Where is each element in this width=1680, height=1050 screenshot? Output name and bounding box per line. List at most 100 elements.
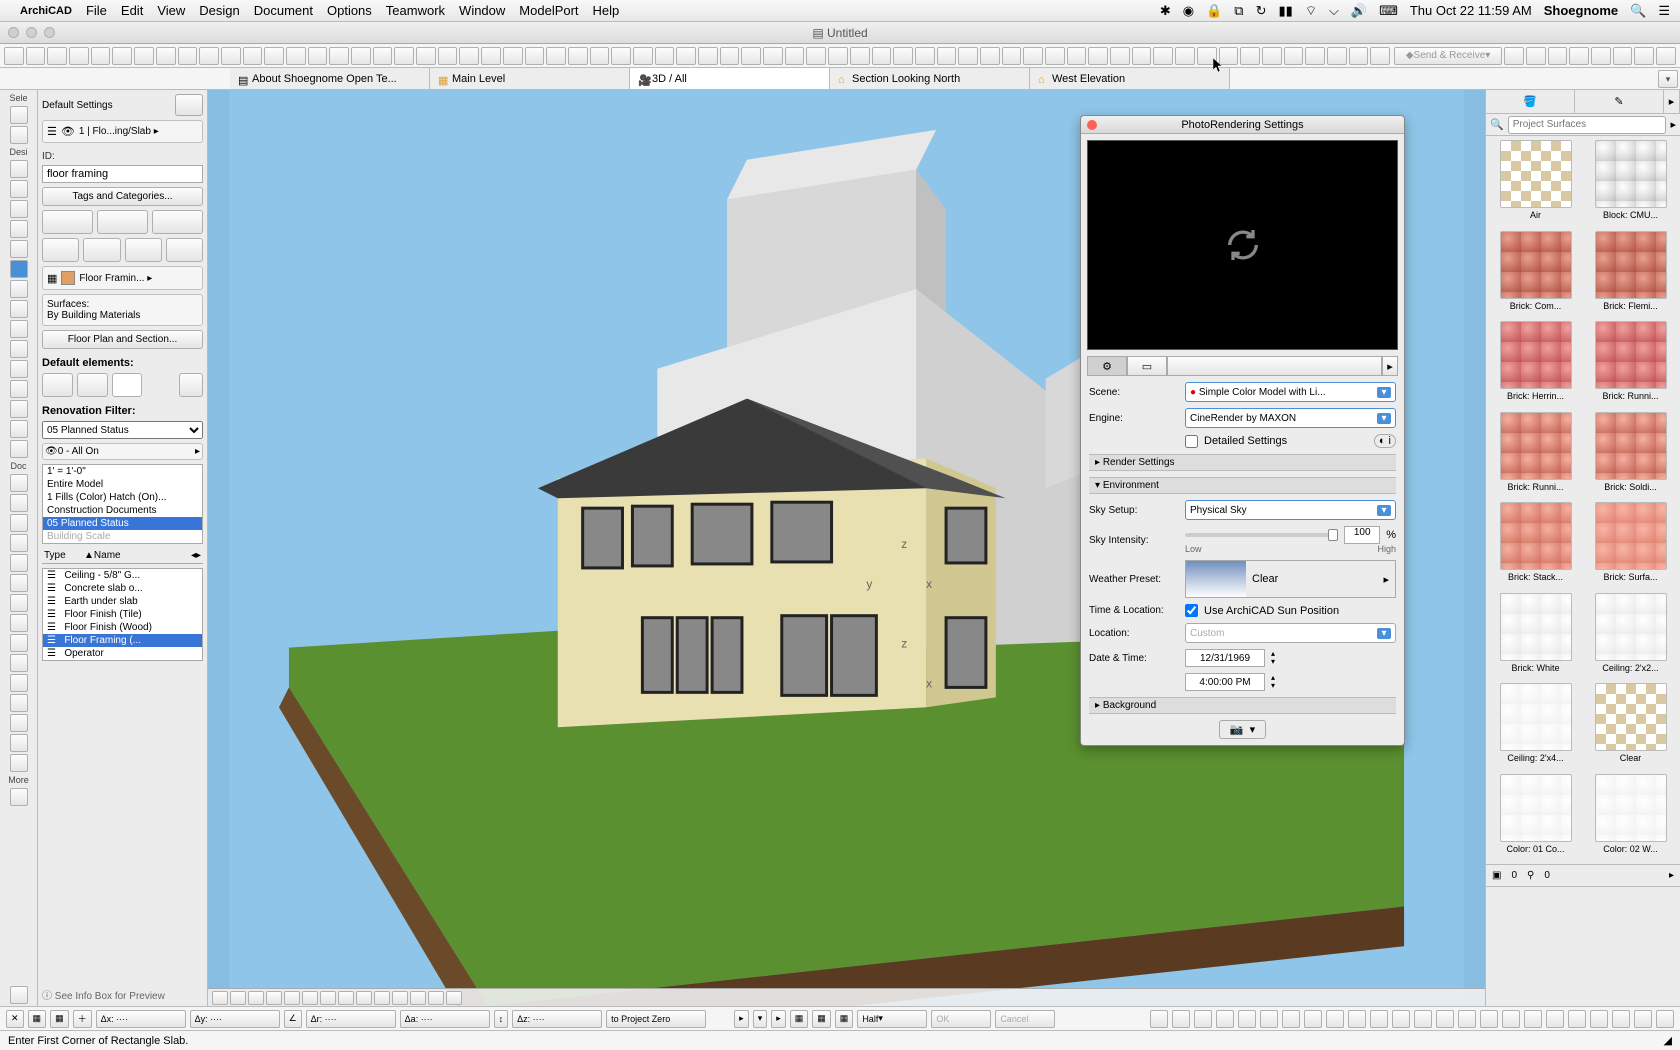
wifi-icon[interactable]: ⌵ xyxy=(1329,3,1339,19)
toolbar-button[interactable] xyxy=(199,47,219,65)
toolbar-button[interactable] xyxy=(828,47,848,65)
toolbar-button[interactable] xyxy=(1110,47,1130,65)
circle-tool[interactable] xyxy=(10,614,28,632)
toolbar-button[interactable] xyxy=(611,47,631,65)
battery-icon[interactable]: ▮▮ xyxy=(1279,3,1293,19)
surface-item[interactable]: Brick: Herrin... xyxy=(1490,321,1581,408)
toolbar-button[interactable] xyxy=(633,47,653,65)
menu-design[interactable]: Design xyxy=(199,3,239,18)
coord-opt-1[interactable]: ▸ xyxy=(734,1010,749,1028)
toolbar-button[interactable] xyxy=(1153,47,1173,65)
tab-3d-all[interactable]: 🎥3D / All xyxy=(630,68,830,89)
toolbar-button[interactable] xyxy=(1504,47,1524,65)
stair-tool[interactable] xyxy=(10,280,28,298)
coord-tool[interactable] xyxy=(1612,1010,1630,1028)
toolbar-button[interactable] xyxy=(958,47,978,65)
lamp-tool[interactable] xyxy=(10,986,28,1004)
location-select[interactable]: Custom xyxy=(1185,623,1396,643)
toolbar-button[interactable] xyxy=(1569,47,1589,65)
snapshot-button[interactable]: 📷 ▾ xyxy=(1219,720,1266,739)
close-panel-button[interactable] xyxy=(1087,120,1097,130)
toolbar-button[interactable] xyxy=(221,47,241,65)
default-element-1[interactable] xyxy=(42,373,73,397)
toolbar-button[interactable] xyxy=(893,47,913,65)
surface-item[interactable]: Air xyxy=(1490,140,1581,227)
clock[interactable]: Thu Oct 22 11:59 AM xyxy=(1410,3,1532,18)
toolbar-button[interactable] xyxy=(286,47,306,65)
toolbar-button[interactable] xyxy=(156,47,176,65)
app-name[interactable]: ArchiCAD xyxy=(20,5,72,17)
toolbar-button[interactable] xyxy=(1067,47,1087,65)
view-tool-button[interactable] xyxy=(410,991,426,1005)
geometry-method-2[interactable] xyxy=(97,210,148,234)
surface-item[interactable]: Block: CMU... xyxy=(1585,140,1676,227)
date-stepper[interactable]: ▴▾ xyxy=(1271,650,1275,666)
engine-select[interactable]: CineRender by MAXON xyxy=(1185,408,1396,428)
tab-section[interactable]: ⌂Section Looking North xyxy=(830,68,1030,89)
menu-window[interactable]: Window xyxy=(459,3,505,18)
more-tool[interactable] xyxy=(10,788,28,806)
shell-tool[interactable] xyxy=(10,320,28,338)
coord-tool[interactable] xyxy=(1304,1010,1322,1028)
default-element-folder[interactable] xyxy=(179,373,203,397)
view-tool-button[interactable] xyxy=(392,991,408,1005)
toolbar-button[interactable] xyxy=(872,47,892,65)
render-tab-settings[interactable]: ⚙ xyxy=(1087,356,1127,376)
surface-item[interactable]: Brick: Surfa... xyxy=(1585,502,1676,589)
toolbar-button[interactable] xyxy=(1613,47,1633,65)
toolbar-button[interactable] xyxy=(503,47,523,65)
coord-tool[interactable] xyxy=(1590,1010,1608,1028)
zone-tool[interactable] xyxy=(10,420,28,438)
layer-combo[interactable]: 0 - All On xyxy=(58,446,195,457)
surfaces-tab-1[interactable]: 🪣 xyxy=(1486,90,1575,113)
tab-options-button[interactable]: ▾ xyxy=(1658,70,1678,88)
construction-method-2[interactable] xyxy=(83,238,120,262)
lock-icon[interactable]: 🔒 xyxy=(1206,3,1222,19)
name-header[interactable]: Name xyxy=(94,550,191,561)
toolbar-button[interactable] xyxy=(308,47,328,65)
toolbar-button[interactable] xyxy=(568,47,588,65)
surfaces-tab-more[interactable]: ▸ xyxy=(1664,90,1680,113)
toolbar-button[interactable] xyxy=(1370,47,1390,65)
toolbar-button[interactable] xyxy=(1088,47,1108,65)
label-tool[interactable] xyxy=(10,534,28,552)
toolbar-button[interactable] xyxy=(1240,47,1260,65)
section-tool[interactable] xyxy=(10,674,28,692)
tags-button[interactable]: Tags and Categories... xyxy=(42,187,203,206)
arc-tool[interactable] xyxy=(10,594,28,612)
surface-item[interactable]: Brick: Soldi... xyxy=(1585,412,1676,499)
change-tool[interactable] xyxy=(10,754,28,772)
toolbar-button[interactable] xyxy=(980,47,1000,65)
toolbar-button[interactable] xyxy=(329,47,349,65)
coord-tool[interactable] xyxy=(1436,1010,1454,1028)
toolbar-button[interactable] xyxy=(937,47,957,65)
menu-view[interactable]: View xyxy=(157,3,185,18)
bluetooth-icon[interactable]: ⌔ xyxy=(1305,3,1317,19)
mesh-tool[interactable] xyxy=(10,440,28,458)
coord-tool[interactable] xyxy=(1458,1010,1476,1028)
coord-tool[interactable] xyxy=(1238,1010,1256,1028)
zoom-window-button[interactable] xyxy=(44,27,55,38)
view-tool-button[interactable] xyxy=(302,991,318,1005)
view-tool-button[interactable] xyxy=(374,991,390,1005)
menu-modelport[interactable]: ModelPort xyxy=(519,3,578,18)
toolbar-button[interactable] xyxy=(264,47,284,65)
surface-item[interactable]: Ceiling: 2'x2... xyxy=(1585,593,1676,680)
surface-item[interactable]: Brick: Runni... xyxy=(1490,412,1581,499)
toolbar-button[interactable] xyxy=(243,47,263,65)
coord-tool[interactable] xyxy=(1656,1010,1674,1028)
coord-z[interactable]: ↕ xyxy=(494,1010,509,1028)
elevation-tool[interactable] xyxy=(10,694,28,712)
dimension-tool[interactable] xyxy=(10,474,28,492)
surface-item[interactable]: Clear xyxy=(1585,683,1676,770)
surface-item[interactable]: Brick: Runni... xyxy=(1585,321,1676,408)
view-tool-button[interactable] xyxy=(428,991,444,1005)
surface-item[interactable]: Ceiling: 2'x4... xyxy=(1490,683,1581,770)
toolbar-button[interactable] xyxy=(698,47,718,65)
render-settings-section[interactable]: ▸ Render Settings xyxy=(1089,454,1396,471)
coord-tool[interactable] xyxy=(1524,1010,1542,1028)
surface-item[interactable]: Brick: Stack... xyxy=(1490,502,1581,589)
door-tool[interactable] xyxy=(10,180,28,198)
geometry-method-3[interactable] xyxy=(152,210,203,234)
roof-tool[interactable] xyxy=(10,300,28,318)
